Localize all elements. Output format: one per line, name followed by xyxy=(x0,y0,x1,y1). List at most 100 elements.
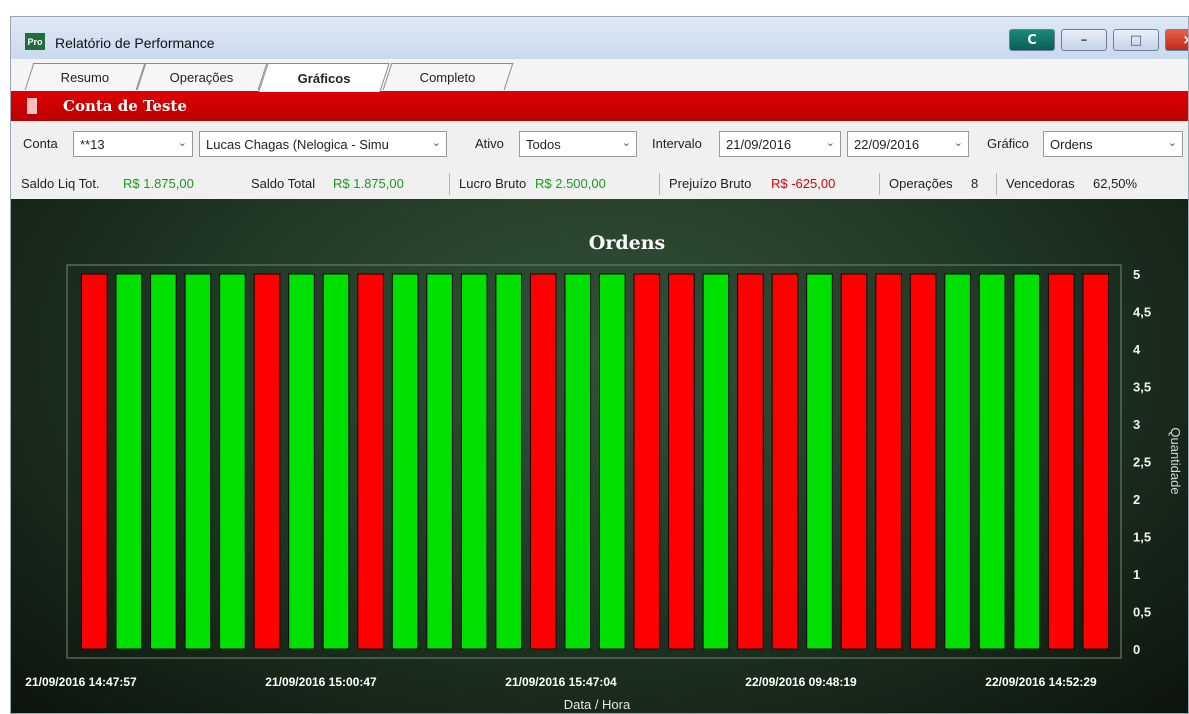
chevron-down-icon: ⌄ xyxy=(621,137,631,149)
order-bar xyxy=(322,273,350,650)
user-select[interactable]: Lucas Chagas (Nelogica - Simu ⌄ xyxy=(199,131,447,157)
tab-operacoes[interactable]: Operações xyxy=(136,63,268,90)
order-bar xyxy=(391,273,419,650)
order-bar xyxy=(460,273,488,650)
chevron-down-icon: ⌄ xyxy=(825,137,835,149)
chevron-down-icon: ⌄ xyxy=(177,137,187,149)
order-bar xyxy=(81,273,108,650)
intervalo-label: Intervalo xyxy=(652,136,702,151)
date-from-select[interactable]: 21/09/2016 ⌄ xyxy=(719,131,841,157)
lucro-value: R$ 2.500,00 xyxy=(535,176,606,191)
ativo-select[interactable]: Todos ⌄ xyxy=(519,131,637,157)
order-bar xyxy=(599,273,626,650)
grafico-value: Ordens xyxy=(1050,137,1093,152)
prejuizo-value: R$ -625,00 xyxy=(771,176,836,191)
window-title: Relatório de Performance xyxy=(55,35,215,51)
user-value: Lucas Chagas (Nelogica - Simu xyxy=(206,137,389,152)
y-tick-label: 3,5 xyxy=(1133,380,1151,395)
operacoes-label: Operações xyxy=(889,176,953,191)
y-tick-label: 4 xyxy=(1133,342,1141,357)
ativo-label: Ativo xyxy=(475,136,504,151)
summary-divider xyxy=(996,173,997,195)
close-button[interactable]: × xyxy=(1165,29,1188,51)
order-bar xyxy=(357,273,384,650)
vencedoras-value: 62,50% xyxy=(1093,176,1138,191)
lucro-label: Lucro Bruto xyxy=(459,176,527,191)
tab-resumo[interactable]: Resumo xyxy=(24,63,146,90)
order-bar xyxy=(115,273,143,650)
order-bar xyxy=(1013,273,1041,650)
order-bar xyxy=(702,273,730,650)
order-bar xyxy=(426,273,453,650)
tab-bar: Resumo Operações Gráficos Completo xyxy=(11,59,1188,92)
saldo-total-value: R$ 1.875,00 xyxy=(333,176,404,191)
tab-label: Operações xyxy=(170,69,234,85)
order-bar xyxy=(219,273,246,650)
order-bar xyxy=(840,273,868,650)
conta-value: **13 xyxy=(80,137,105,152)
conta-label: Conta xyxy=(23,136,58,151)
order-bar xyxy=(495,273,522,650)
chart-title: Ordens xyxy=(589,232,665,254)
minimize-button[interactable]: – xyxy=(1061,29,1107,51)
order-bar xyxy=(288,273,315,650)
y-tick-label: 0,5 xyxy=(1133,605,1151,620)
date-to-select[interactable]: 22/09/2016 ⌄ xyxy=(847,131,969,157)
chevron-down-icon: ⌄ xyxy=(953,137,963,149)
title-bar: Pro Relatório de Performance C – □ × xyxy=(11,17,1188,59)
orders-chart: Ordens 0 0,5 1 1,5 2 2,5 3 3,5 4 4,5 5 21/09/2016 … xyxy=(25,232,1183,712)
order-bar xyxy=(564,273,592,650)
tab-label: Gráficos xyxy=(297,70,351,86)
order-bar xyxy=(1082,273,1110,650)
y-tick-label: 4,5 xyxy=(1133,305,1151,320)
order-bar xyxy=(633,273,661,650)
y-tick-label: 0 xyxy=(1133,642,1140,657)
x-tick-label: 21/09/2016 14:47:57 xyxy=(25,675,137,689)
account-bar: Conta de Teste xyxy=(11,91,1188,121)
grafico-select[interactable]: Ordens ⌄ xyxy=(1043,131,1183,157)
y-tick-label: 2 xyxy=(1133,492,1140,507)
grafico-label: Gráfico xyxy=(987,136,1029,151)
order-bar xyxy=(944,273,971,650)
chevron-down-icon: ⌄ xyxy=(1167,137,1177,149)
tab-label: Resumo xyxy=(60,69,110,85)
y-tick-label: 2,5 xyxy=(1133,455,1151,470)
saldo-liq-value: R$ 1.875,00 xyxy=(123,176,194,191)
prejuizo-label: Prejuízo Bruto xyxy=(669,176,752,191)
y-tick-label: 1,5 xyxy=(1133,530,1151,545)
order-bar xyxy=(875,273,902,650)
x-tick-label: 22/09/2016 14:52:29 xyxy=(985,675,1097,689)
x-tick-label: 22/09/2016 09:48:19 xyxy=(745,675,857,689)
tab-graficos[interactable]: Gráficos xyxy=(258,63,390,92)
x-axis-label: Data / Hora xyxy=(564,697,631,712)
bar-group xyxy=(81,273,1110,650)
operacoes-value: 8 xyxy=(971,176,979,191)
ativo-value: Todos xyxy=(526,137,561,152)
account-name: Conta de Teste xyxy=(63,97,187,115)
x-tick-label: 21/09/2016 15:47:04 xyxy=(505,675,617,689)
y-tick-label: 3 xyxy=(1133,417,1140,432)
y-axis: 0 0,5 1 1,5 2 2,5 3 3,5 4 4,5 5 xyxy=(1133,267,1151,657)
order-bar xyxy=(1047,273,1075,650)
order-bar xyxy=(771,273,799,650)
order-bar xyxy=(806,273,833,650)
tab-completo[interactable]: Completo xyxy=(382,63,514,90)
maximize-button[interactable]: □ xyxy=(1113,29,1159,51)
saldo-liq-label: Saldo Liq Tot. xyxy=(21,176,100,191)
order-bar xyxy=(150,273,177,650)
orders-chart-area: Ordens 0 0,5 1 1,5 2 2,5 3 3,5 4 4,5 5 21/09/2016 … xyxy=(11,199,1188,713)
saldo-total-label: Saldo Total xyxy=(251,176,316,191)
order-bar xyxy=(529,273,557,650)
order-bar xyxy=(184,273,212,650)
date-to-value: 22/09/2016 xyxy=(854,137,920,152)
c-button[interactable]: C xyxy=(1009,29,1055,51)
summary-row: Saldo Liq Tot. R$ 1.875,00 Saldo Total R… xyxy=(11,167,1188,200)
vencedoras-label: Vencedoras xyxy=(1006,176,1075,191)
app-icon: Pro xyxy=(25,33,45,50)
chevron-down-icon: ⌄ xyxy=(431,137,441,149)
y-tick-label: 1 xyxy=(1133,567,1140,582)
x-axis: 21/09/2016 14:47:57 21/09/2016 15:00:47 21… xyxy=(25,675,1097,689)
filter-row: Conta **13 ⌄ Lucas Chagas (Nelogica - Sim… xyxy=(11,125,1188,161)
summary-divider xyxy=(879,173,880,195)
conta-select[interactable]: **13 ⌄ xyxy=(73,131,193,157)
